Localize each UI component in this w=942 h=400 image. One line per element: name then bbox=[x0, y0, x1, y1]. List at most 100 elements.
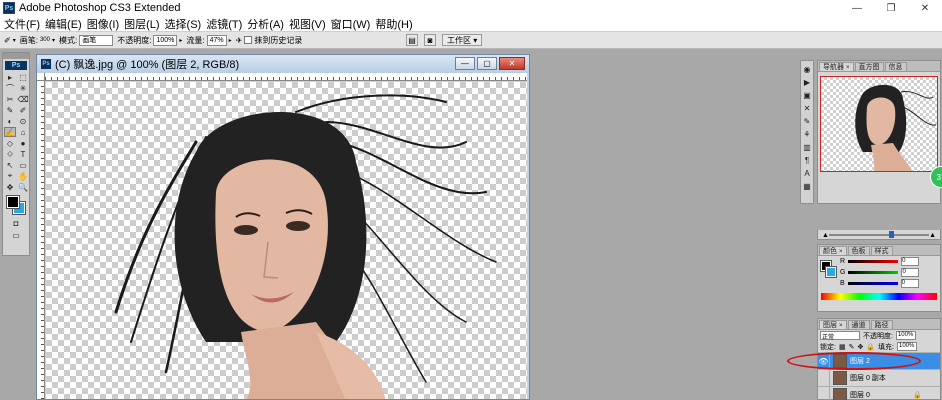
tool-icon[interactable]: ⬚ bbox=[17, 72, 29, 82]
image-canvas[interactable] bbox=[46, 82, 527, 399]
opacity-input[interactable]: 100% bbox=[153, 34, 178, 46]
tool-icon[interactable]: ✍ bbox=[4, 127, 16, 137]
lock-position-icon[interactable]: ✥ bbox=[857, 343, 863, 351]
quick-mask-icon[interactable]: ◘ bbox=[10, 218, 22, 228]
menu-help[interactable]: 帮助(H) bbox=[374, 16, 416, 32]
red-value-input[interactable]: 0 bbox=[901, 257, 920, 266]
menu-layer[interactable]: 图层(L) bbox=[123, 16, 163, 32]
layer-opacity-input[interactable]: 100% bbox=[895, 331, 916, 340]
tab-channels[interactable]: 通道 bbox=[847, 320, 870, 329]
tool-icon[interactable]: ⌖ bbox=[4, 171, 16, 181]
tool-icon[interactable]: ✐ bbox=[17, 105, 29, 115]
blue-value-input[interactable]: 0 bbox=[900, 279, 919, 288]
document-restore-button[interactable]: ▢ bbox=[477, 57, 497, 70]
ruler-origin[interactable] bbox=[37, 73, 45, 81]
actions-icon[interactable]: ▣ bbox=[802, 90, 812, 100]
tool-icon[interactable]: T bbox=[17, 149, 29, 159]
tool-presets-icon[interactable]: ✕ bbox=[802, 103, 812, 113]
blue-slider[interactable] bbox=[847, 282, 898, 285]
camera-icon[interactable]: ◙ bbox=[424, 34, 436, 46]
tool-icon[interactable]: ▭ bbox=[17, 160, 29, 170]
tab-layers[interactable]: 图层 × bbox=[819, 320, 847, 329]
tab-histogram[interactable]: 直方图 bbox=[854, 62, 884, 71]
layer-comps-icon[interactable]: ▦ bbox=[802, 181, 812, 191]
tab-swatches[interactable]: 色板 bbox=[847, 246, 870, 255]
green-slider[interactable] bbox=[848, 271, 899, 274]
menu-analysis[interactable]: 分析(A) bbox=[246, 16, 288, 32]
menu-select[interactable]: 选择(S) bbox=[164, 16, 206, 32]
tool-icon[interactable]: ◇ bbox=[4, 138, 16, 148]
tool-preset-picker[interactable]: ✐ ▾ bbox=[4, 36, 16, 45]
tool-icon[interactable]: ✎ bbox=[4, 105, 16, 115]
chevron-right-icon[interactable]: ▸ bbox=[229, 37, 232, 44]
tab-navigator[interactable]: 导航器 × bbox=[819, 62, 854, 71]
layer-row[interactable]: 图层 0 🔒 bbox=[818, 386, 940, 400]
chevron-right-icon[interactable]: ▸ bbox=[179, 37, 182, 44]
zoom-slider[interactable] bbox=[828, 231, 930, 238]
zoom-out-icon[interactable]: ▲ bbox=[822, 232, 829, 239]
tool-icon[interactable]: ▸ bbox=[4, 72, 16, 82]
tab-info[interactable]: 信息 bbox=[884, 62, 907, 71]
menu-file[interactable]: 文件(F) bbox=[3, 16, 44, 32]
visibility-toggle[interactable] bbox=[818, 369, 830, 387]
tool-icon[interactable]: ◐ bbox=[4, 116, 16, 126]
info-icon[interactable]: ▶ bbox=[802, 77, 812, 87]
green-value-input[interactable]: 0 bbox=[901, 268, 920, 277]
history-icon[interactable]: ▥ bbox=[802, 142, 812, 152]
workspace-button[interactable]: 工作区 ▾ bbox=[442, 34, 483, 46]
red-slider[interactable] bbox=[848, 260, 899, 263]
tool-icon[interactable]: ✋ bbox=[17, 171, 29, 181]
flow-input[interactable]: 47% bbox=[206, 34, 227, 46]
ps-logo-icon[interactable]: Ps bbox=[5, 61, 27, 70]
tool-icon[interactable]: 🔍 bbox=[17, 182, 29, 192]
chevron-down-icon[interactable]: ▾ bbox=[52, 37, 55, 44]
tool-icon[interactable]: ✥ bbox=[4, 182, 16, 192]
toolbox-header[interactable] bbox=[3, 53, 29, 59]
vertical-ruler[interactable] bbox=[37, 81, 45, 399]
tool-icon[interactable]: ⊙ bbox=[17, 116, 29, 126]
tool-icon[interactable]: ↖ bbox=[4, 160, 16, 170]
tool-icon[interactable]: ⌫ bbox=[17, 94, 29, 104]
menu-window[interactable]: 窗口(W) bbox=[330, 16, 375, 32]
menu-filter[interactable]: 滤镜(T) bbox=[205, 16, 246, 32]
character-icon[interactable]: A bbox=[802, 168, 812, 178]
document-titlebar[interactable]: Ps (C) 飘逸.jpg @ 100% (图层 2, RGB/8) — ▢ ✕ bbox=[37, 55, 529, 73]
blend-mode-select[interactable]: 正常 bbox=[820, 331, 860, 341]
fill-input[interactable]: 100% bbox=[897, 342, 917, 351]
layer-row[interactable]: 图层 0 副本 bbox=[818, 369, 940, 387]
brushes-icon[interactable]: ✎ bbox=[802, 116, 812, 126]
zoom-slider-knob[interactable] bbox=[889, 231, 894, 238]
foreground-color-swatch[interactable] bbox=[6, 195, 20, 209]
tool-icon[interactable]: ⬦ bbox=[4, 149, 16, 159]
airbrush-icon[interactable]: ✈ bbox=[236, 36, 243, 45]
brush-size[interactable]: 300 bbox=[40, 37, 50, 43]
tab-paths[interactable]: 路径 bbox=[870, 320, 893, 329]
paragraph-icon[interactable]: ¶ bbox=[802, 155, 812, 165]
navigator-preview[interactable] bbox=[820, 76, 938, 172]
close-button[interactable]: ✕ bbox=[908, 0, 942, 16]
menu-view[interactable]: 视图(V) bbox=[288, 16, 330, 32]
zoom-in-icon[interactable]: ▲ bbox=[929, 232, 936, 239]
tool-icon[interactable]: ⌂ bbox=[17, 127, 29, 137]
menu-image[interactable]: 图像(I) bbox=[86, 16, 123, 32]
erase-history-checkbox[interactable] bbox=[244, 36, 253, 44]
lock-transparency-icon[interactable]: ▦ bbox=[839, 343, 846, 351]
mode-select[interactable]: 画笔 bbox=[79, 34, 114, 46]
tab-color[interactable]: 颜色 × bbox=[819, 246, 847, 255]
screen-mode-icon[interactable]: ▭ bbox=[10, 230, 22, 240]
restore-button[interactable]: ❐ bbox=[874, 0, 908, 16]
lock-all-icon[interactable]: 🔒 bbox=[866, 343, 875, 351]
color-panel-background-swatch[interactable] bbox=[825, 266, 837, 278]
tool-icon[interactable]: ✳ bbox=[17, 83, 29, 93]
tool-icon[interactable]: ✂ bbox=[4, 94, 16, 104]
minimize-button[interactable]: — bbox=[840, 0, 874, 16]
horizontal-ruler[interactable] bbox=[45, 73, 527, 81]
lock-pixels-icon[interactable]: ✎ bbox=[849, 343, 855, 351]
visibility-toggle[interactable] bbox=[818, 386, 830, 400]
document-close-button[interactable]: ✕ bbox=[499, 57, 525, 70]
brushes-palette-icon[interactable]: ▤ bbox=[406, 34, 418, 46]
color-spectrum-bar[interactable] bbox=[821, 293, 937, 300]
tool-icon[interactable]: ● bbox=[17, 138, 29, 148]
navigator-icon[interactable]: ◉ bbox=[802, 64, 812, 74]
document-minimize-button[interactable]: — bbox=[455, 57, 475, 70]
